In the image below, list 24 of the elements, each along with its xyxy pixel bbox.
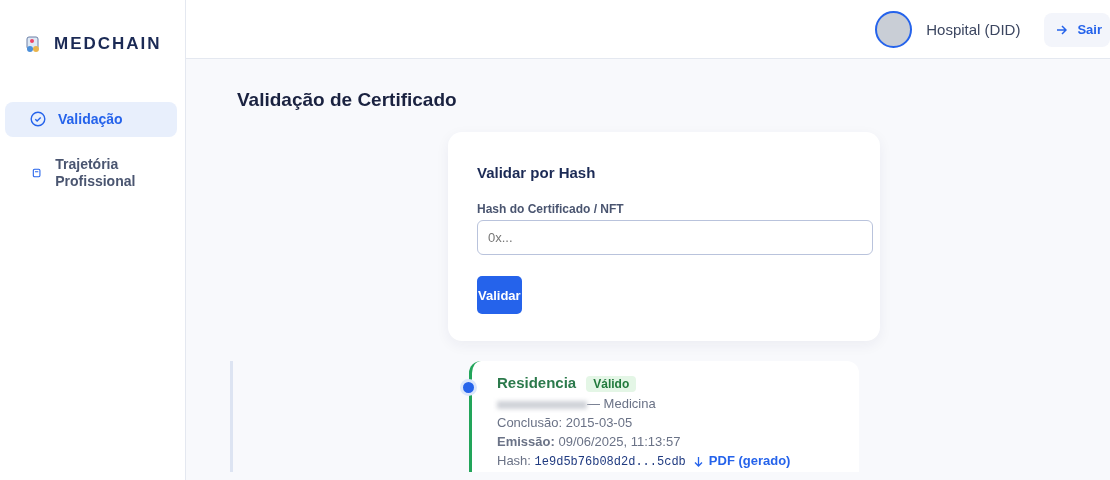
- check-circle-icon: [30, 111, 46, 128]
- brand-name: MEDCHAIN: [54, 33, 162, 56]
- logout-button[interactable]: Sair: [1044, 13, 1110, 47]
- avatar: [875, 10, 913, 48]
- conclusion-date: Conclusão: 2015-03-05: [497, 414, 634, 433]
- sidebar-item[interactable]: Trajetória Profissional: [5, 146, 177, 199]
- pdf-link[interactable]: PDF (gerado): [693, 453, 791, 469]
- hash-input-field[interactable]: 0x...: [477, 220, 873, 256]
- hash-value: 1e9d5b76b08d2d...5cdb: [534, 455, 686, 470]
- certificate-title: Residencia: [497, 374, 577, 392]
- page-title: Validação de Certificado: [237, 89, 458, 112]
- logo-icon: [24, 35, 42, 53]
- issue-date: Emissão: 09/06/2025, 11:13:57: [497, 433, 682, 452]
- sidebar-item[interactable]: Validação: [5, 102, 177, 137]
- download-icon: [693, 456, 703, 468]
- status-tag: Válido: [586, 376, 637, 393]
- course-text: — Medicina: [587, 396, 656, 412]
- card-title: Validar por Hash: [477, 162, 597, 183]
- arrow-right-icon: [1056, 25, 1068, 35]
- hash-label: Hash:: [497, 453, 531, 469]
- timeline-dot: [460, 379, 477, 397]
- field-label: Hash do Certificado / NFT: [477, 201, 625, 219]
- validate-button[interactable]: Validar: [477, 276, 522, 315]
- user-name: Hospital (DID): [926, 19, 1021, 40]
